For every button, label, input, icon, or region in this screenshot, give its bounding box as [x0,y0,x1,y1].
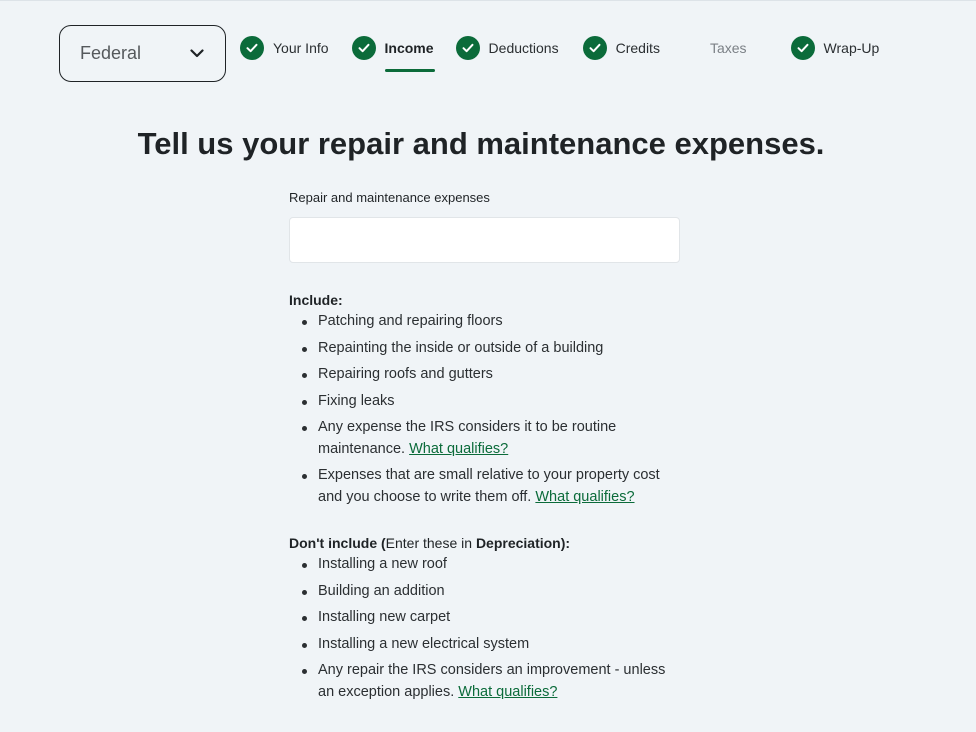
list-item: Installing new carpet [289,607,681,629]
step-deductions[interactable]: Deductions [455,34,559,62]
step-label: Wrap-Up [823,40,880,56]
state-select-value: Federal [80,43,142,63]
form-content: Repair and maintenance expenses Include:… [289,188,681,708]
checkmark-icon [582,36,607,60]
repair-expenses-input[interactable] [289,217,680,263]
include-heading: Include: [289,292,343,308]
page-title: Tell us your repair and maintenance expe… [137,126,825,161]
step-income[interactable]: Income [351,34,435,72]
what-qualifies-link-improvement[interactable]: What qualifies? [458,684,557,700]
list-item: Installing a new electrical system [289,634,681,656]
include-section: Include: Patching and repairing floors R… [289,291,681,508]
include-list: Patching and repairing floors Repainting… [289,311,681,508]
checkmark-icon [455,36,480,60]
step-taxes[interactable]: Taxes [710,34,747,62]
state-select-dropdown[interactable]: Federal [59,25,226,82]
step-wrap-up[interactable]: Wrap-Up [790,34,880,62]
exclude-list: Installing a new roof Building an additi… [289,554,681,703]
step-label: Income [384,40,434,56]
list-item: Repairing roofs and gutters [289,364,681,386]
list-item: Expenses that are small relative to your… [289,465,681,508]
step-label: Taxes [709,40,747,56]
step-label: Your Info [273,40,329,56]
step-your-info[interactable]: Your Info [240,34,329,62]
list-item: Building an addition [289,581,681,603]
repair-expenses-label: Repair and maintenance expenses [289,190,490,205]
exclude-heading: Don't include (Enter these in Depreciati… [289,535,571,551]
list-item: Repainting the inside or outside of a bu… [289,338,681,360]
step-credits[interactable]: Credits [582,34,660,62]
exclude-section: Don't include (Enter these in Depreciati… [289,534,681,703]
checkmark-icon [240,36,264,60]
step-label: Credits [615,40,660,56]
list-item: Patching and repairing floors [289,311,681,333]
top-divider [0,0,976,1]
what-qualifies-link-small[interactable]: What qualifies? [535,489,634,505]
what-qualifies-link-routine[interactable]: What qualifies? [409,441,508,457]
list-item: Installing a new roof [289,554,681,576]
checkmark-icon [351,36,376,60]
checkmark-icon [790,36,815,60]
chevron-down-icon [189,46,205,62]
step-label: Deductions [488,40,559,56]
list-item: Any repair the IRS considers an improvem… [289,660,681,703]
progress-steps: Your Info Income Deductions Credits Taxe… [240,34,879,74]
list-item: Any expense the IRS considers it to be r… [289,417,681,460]
list-item: Fixing leaks [289,391,681,413]
